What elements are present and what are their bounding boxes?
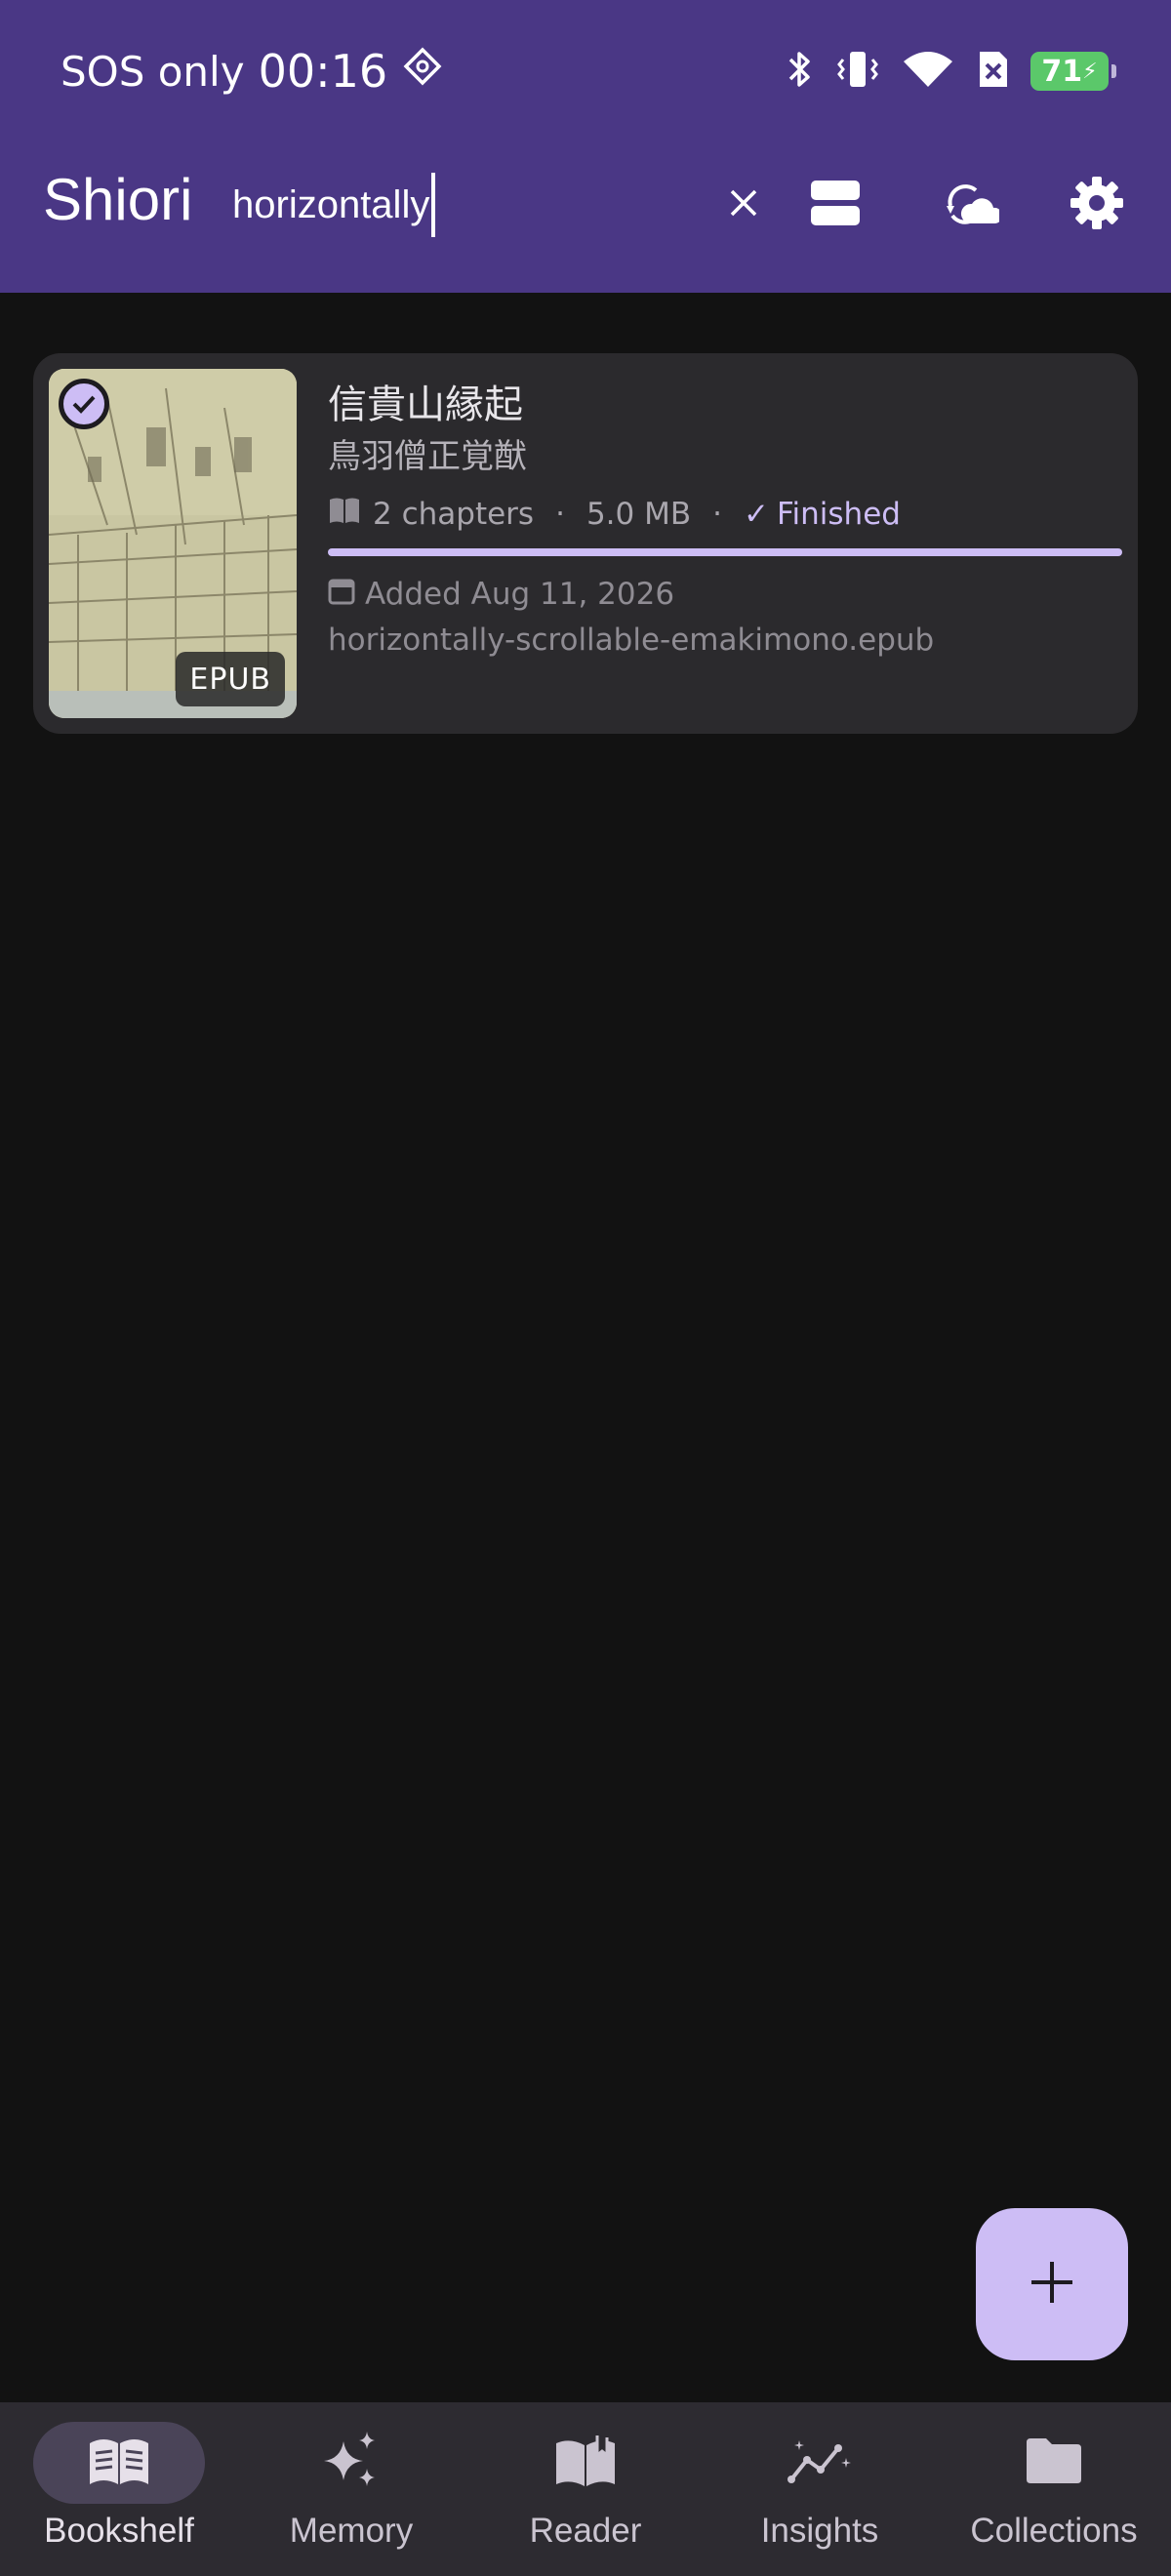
- book-title: 信貴山縁起: [328, 382, 523, 427]
- folder-icon: [1025, 2436, 1083, 2489]
- check-icon: ✓: [743, 497, 769, 532]
- nav-reader[interactable]: Reader: [468, 2416, 703, 2562]
- bottom-navigation: Bookshelf Memory Reader Insights Collect…: [0, 2402, 1171, 2576]
- nav-label: Memory: [289, 2512, 414, 2550]
- added-date-row: Added Aug 11, 2026: [328, 570, 674, 619]
- wifi-icon: [902, 48, 954, 95]
- status-text: Finished: [776, 497, 901, 532]
- sync-cloud-icon: [941, 177, 1003, 233]
- vibrate-icon: [835, 48, 880, 95]
- settings-icon: [1069, 175, 1125, 235]
- no-sim-icon: [976, 48, 1009, 95]
- app-title: Shiori: [43, 167, 193, 232]
- book-author: 鳥羽僧正覚猷: [328, 437, 527, 476]
- nav-label: Insights: [760, 2512, 879, 2550]
- format-badge: EPUB: [176, 652, 285, 706]
- selected-check-icon[interactable]: [59, 379, 109, 429]
- plus-icon: [1028, 2258, 1076, 2311]
- battery-level: 71: [1041, 54, 1083, 89]
- status-left: SOS only 00:16: [61, 39, 444, 103]
- book-cover[interactable]: EPUB: [49, 369, 297, 718]
- notification-icon: [401, 45, 444, 98]
- bluetooth-icon: [785, 48, 814, 95]
- text-cursor: [431, 173, 436, 237]
- separator-dot: ·: [712, 497, 722, 532]
- reading-progress-bar: [328, 548, 1122, 556]
- sparkles-icon: [320, 2430, 383, 2496]
- status-bar: SOS only 00:16 71 ⚡: [0, 0, 1171, 141]
- reader-book-icon: [554, 2434, 617, 2492]
- added-date: Added Aug 11, 2026: [365, 577, 675, 612]
- nav-label: Bookshelf: [44, 2512, 194, 2550]
- nav-pill: [734, 2422, 906, 2504]
- view-toggle-icon: [809, 177, 862, 233]
- sync-button[interactable]: [931, 166, 1009, 244]
- clock: 00:16: [258, 45, 388, 98]
- nav-label: Reader: [529, 2512, 642, 2550]
- chapter-count: 2 chapters: [373, 497, 535, 532]
- book-card[interactable]: EPUB 信貴山縁起 鳥羽僧正覚猷 2 chapters · 5.0 MB · …: [33, 353, 1138, 734]
- status-right: 71 ⚡: [785, 39, 1116, 103]
- nav-pill: [500, 2422, 671, 2504]
- separator-dot: ·: [555, 497, 565, 532]
- app-bar-row: Shiori horizontally: [0, 146, 1171, 263]
- insights-chart-icon: [787, 2436, 852, 2489]
- status-badge: ✓ Finished: [744, 497, 901, 532]
- search-query[interactable]: horizontally: [232, 183, 429, 227]
- calendar-icon: [328, 576, 355, 613]
- nav-label: Collections: [970, 2512, 1138, 2550]
- nav-collections[interactable]: Collections: [937, 2416, 1171, 2562]
- view-mode-button[interactable]: [796, 166, 874, 244]
- battery-icon: 71 ⚡: [1030, 52, 1116, 91]
- reading-progress-fill: [328, 548, 1122, 556]
- file-name: horizontally-scrollable-emakimono.epub: [328, 623, 935, 658]
- nav-memory[interactable]: Memory: [234, 2416, 468, 2562]
- nav-insights[interactable]: Insights: [703, 2416, 937, 2562]
- nav-bookshelf[interactable]: Bookshelf: [2, 2416, 236, 2562]
- settings-button[interactable]: [1058, 166, 1136, 244]
- chapters-icon: [328, 496, 361, 533]
- close-icon: [726, 185, 761, 224]
- clear-search-button[interactable]: [705, 166, 783, 244]
- nav-pill: [265, 2422, 437, 2504]
- carrier-text: SOS only: [61, 47, 245, 96]
- add-book-button[interactable]: [976, 2208, 1128, 2360]
- top-app-bar: SOS only 00:16 71 ⚡ Shiori horizontally: [0, 0, 1171, 293]
- book-open-icon: [88, 2435, 150, 2490]
- book-meta: 2 chapters · 5.0 MB · ✓ Finished: [328, 490, 901, 539]
- nav-pill-active: [33, 2422, 205, 2504]
- nav-pill: [968, 2422, 1140, 2504]
- search-input[interactable]: horizontally: [232, 170, 701, 240]
- file-size: 5.0 MB: [586, 497, 692, 532]
